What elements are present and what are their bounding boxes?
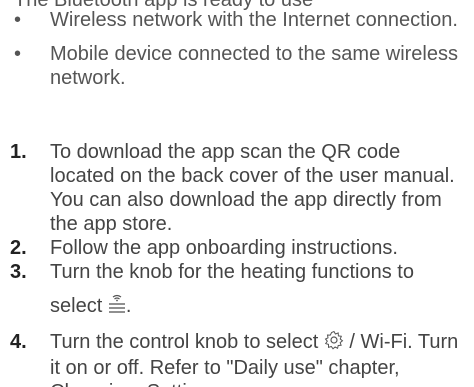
step-item-2: 2. Follow the app onboarding instruction… xyxy=(10,236,470,260)
step-text-line2: select . xyxy=(50,294,470,320)
step-number: 2. xyxy=(10,237,27,259)
step-text-period: . xyxy=(125,295,132,317)
requirement-item-wireless-network: • Wireless network with the Internet con… xyxy=(10,8,470,32)
step-number: 1. xyxy=(10,141,27,163)
step-text-before-icon: Turn the control knob to select xyxy=(50,331,319,353)
requirement-text: Wireless network with the Internet conne… xyxy=(50,9,458,31)
requirement-item-mobile-device: • Mobile device connected to the same wi… xyxy=(10,42,470,90)
step-item-1: 1. To download the app scan the QR code … xyxy=(10,140,470,236)
requirements-list: • Wireless network with the Internet con… xyxy=(10,8,470,100)
step-item-3: 3. Turn the knob for the heating functio… xyxy=(10,260,470,320)
settings-gear-icon xyxy=(324,330,344,356)
bullet-marker: • xyxy=(14,9,22,31)
step-text: To download the app scan the QR code loc… xyxy=(50,141,455,235)
step-text: Follow the app onboarding instructions. xyxy=(50,237,398,259)
requirement-text: Mobile device connected to the same wire… xyxy=(50,43,458,89)
setup-steps-list: 1. To download the app scan the QR code … xyxy=(10,140,470,387)
wifi-heating-function-icon xyxy=(108,294,126,320)
step-text-select: select xyxy=(50,295,103,317)
step-number: 3. xyxy=(10,261,27,283)
bullet-marker: • xyxy=(14,43,22,65)
manual-page: The Bluetooth app is ready to use • Wire… xyxy=(0,0,474,387)
step-item-4: 4. Turn the control knob to select / Wi-… xyxy=(10,330,470,387)
step-number: 4. xyxy=(10,331,27,353)
step-text-line1: Turn the knob for the heating functions … xyxy=(50,261,414,283)
